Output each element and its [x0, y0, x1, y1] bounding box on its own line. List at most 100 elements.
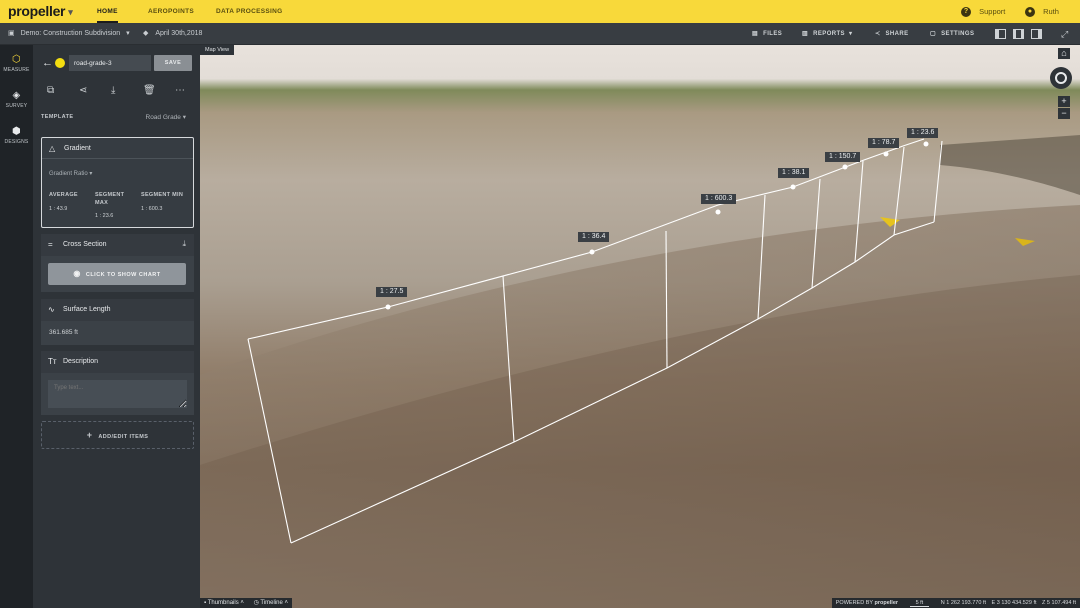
coord-z: Z 5 107.494 ft	[1042, 600, 1076, 606]
map-view[interactable]: Map View 1 : 27.5 1 : 36.4 1 : 600.3 1 :…	[200, 45, 1080, 608]
divider	[42, 158, 193, 159]
project-bar: ▣ Demo: Construction Subdivision ▾ › ◆ A…	[0, 23, 1080, 45]
timeline-tab[interactable]: ◷ Timeline ˄	[250, 600, 292, 606]
download-icon[interactable]: ⤓	[111, 85, 115, 96]
segment-max-label: SEGMENT MAX	[95, 192, 125, 206]
template-select[interactable]: Road Grade ▾	[146, 113, 187, 121]
profile-edge	[933, 140, 943, 223]
coord-e: E 3 130 434.529 ft	[991, 600, 1037, 606]
grade-point[interactable]	[790, 184, 796, 190]
grade-point[interactable]	[589, 249, 595, 255]
file-icon: ▤	[752, 31, 759, 37]
measure-icon: ⬡	[12, 54, 21, 65]
wave-icon: ∿	[48, 305, 55, 314]
fullscreen-icon[interactable]: ⤢	[1061, 23, 1068, 45]
nav-aeropoints[interactable]: AEROPOINTS	[148, 0, 194, 23]
image-icon: ▪	[204, 600, 207, 606]
segment-min-label: SEGMENT MIN	[141, 192, 184, 198]
trash-icon[interactable]: 🗑	[143, 85, 156, 96]
grade-point[interactable]	[883, 151, 889, 157]
layers-icon: ◆	[143, 30, 149, 37]
chevron-down-icon: ▾	[849, 31, 853, 37]
rail-designs[interactable]: ⬢ DESIGNS	[0, 126, 33, 145]
text-icon: Tт	[48, 357, 57, 366]
clock-icon: ◷	[253, 600, 259, 606]
show-chart-button[interactable]: ◉ CLICK TO SHOW CHART	[48, 263, 186, 285]
color-dot[interactable]	[55, 58, 65, 68]
description-body	[41, 373, 194, 415]
menu-square-icon: ▣	[8, 30, 15, 37]
average-value: 1 : 43.9	[49, 206, 68, 212]
rail-measure[interactable]: ⬡ MEASURE	[0, 54, 33, 73]
description-input[interactable]	[48, 380, 187, 408]
propeller-logo[interactable]: propeller ▾	[8, 3, 73, 19]
grade-label[interactable]: 1 : 36.4	[578, 232, 610, 242]
chevron-down-icon[interactable]: ▾	[68, 7, 73, 17]
gradient-ratio-select[interactable]: Gradient Ratio ▾	[49, 170, 92, 177]
grade-point[interactable]	[385, 304, 391, 310]
powered-by-label: POWERED BY	[835, 600, 873, 606]
terrain-overlay	[200, 135, 1080, 608]
triangle-icon: △	[49, 144, 56, 153]
zoom-out-button[interactable]: −	[1058, 108, 1070, 119]
home-icon[interactable]: ⌂	[1058, 48, 1070, 59]
more-icon[interactable]: ⋯	[175, 85, 185, 96]
grade-point[interactable]	[715, 209, 721, 215]
add-edit-items-button[interactable]: + ADD/EDIT ITEMS	[41, 421, 194, 449]
user-menu[interactable]: ● Ruth	[1025, 0, 1059, 23]
share-icon: ≺	[875, 31, 881, 37]
plus-icon: +	[86, 430, 93, 440]
layout-right-panel-icon[interactable]	[1031, 29, 1042, 39]
compass-icon[interactable]	[1050, 67, 1072, 89]
segment-min-value: 1 : 600.3	[141, 206, 163, 212]
reports-button[interactable]: ▥ REPORTS ▾	[802, 23, 852, 45]
nav-data-processing[interactable]: DATA PROCESSING	[216, 0, 283, 23]
nav-home[interactable]: HOME	[97, 0, 118, 23]
share-icon[interactable]: ⋖	[79, 85, 87, 96]
grade-label[interactable]: 1 : 600.3	[701, 194, 737, 204]
gradient-card[interactable]: △ Gradient Gradient Ratio ▾ AVERAGE SEGM…	[41, 137, 194, 228]
surface-length-header[interactable]: ∿ Surface Length	[41, 299, 194, 321]
chevron-right-icon: ›	[127, 30, 130, 37]
scale-bar: 5 ft	[909, 600, 930, 607]
grade-point[interactable]	[842, 164, 848, 170]
help-icon: ?	[961, 7, 971, 18]
measurement-name-input[interactable]	[69, 55, 151, 71]
measure-panel: ← SAVE ⧉ ⋖ ⤓ 🗑 ⋯ TEMPLATE Road Grade ▾ △…	[33, 45, 200, 608]
rail-survey[interactable]: ◈ SURVEY	[0, 90, 33, 109]
layout-left-panel-icon[interactable]	[995, 29, 1006, 39]
grade-label[interactable]: 1 : 23.6	[907, 128, 939, 138]
user-icon: ●	[1025, 7, 1035, 18]
project-selector[interactable]: ▣ Demo: Construction Subdivision ▾	[8, 23, 130, 45]
zoom-in-button[interactable]: +	[1058, 96, 1070, 107]
cross-section-header[interactable]: = Cross Section ⤓	[41, 234, 194, 256]
grade-label[interactable]: 1 : 150.7	[825, 152, 861, 162]
coordinate-readout: POWERED BY propeller 5 ft N 1 262 193.77…	[831, 598, 1080, 608]
files-button[interactable]: ▤ FILES	[752, 23, 782, 45]
bottom-tabs: ▪ Thumbnails ˄ ◷ Timeline ˄	[200, 598, 292, 608]
coord-n: N 1 262 193.770 ft	[940, 600, 987, 606]
settings-button[interactable]: ▢ SETTINGS	[930, 23, 974, 45]
left-rail: ⬡ MEASURE ◈ SURVEY ⬢ DESIGNS	[0, 45, 33, 608]
download-icon[interactable]: ⤓	[182, 239, 186, 249]
template-label: TEMPLATE	[41, 114, 74, 120]
description-header[interactable]: Tт Description	[41, 351, 194, 373]
back-arrow-icon[interactable]: ←	[42, 57, 53, 69]
support-link[interactable]: ? Support	[961, 0, 1005, 23]
grade-point[interactable]	[923, 141, 929, 147]
share-button[interactable]: ≺ SHARE	[875, 23, 909, 45]
surface-length-body: 361.685 ft	[41, 321, 194, 345]
copy-icon[interactable]: ⧉	[47, 85, 54, 96]
thumbnails-tab[interactable]: ▪ Thumbnails ˄	[200, 600, 248, 606]
layout-split-icon[interactable]	[1013, 29, 1024, 39]
date-selector[interactable]: ◆ April 30th,2018	[143, 23, 202, 45]
pit	[940, 135, 1080, 195]
gradient-title: Gradient	[64, 145, 91, 152]
grade-label[interactable]: 1 : 27.5	[376, 287, 408, 297]
save-button[interactable]: SAVE	[154, 55, 192, 71]
equals-icon: =	[48, 240, 53, 249]
surface-length-value: 361.685 ft	[49, 329, 78, 336]
grade-label[interactable]: 1 : 38.1	[778, 168, 810, 178]
segment-max-value: 1 : 23.6	[95, 213, 114, 219]
grade-label[interactable]: 1 : 78.7	[868, 138, 900, 148]
